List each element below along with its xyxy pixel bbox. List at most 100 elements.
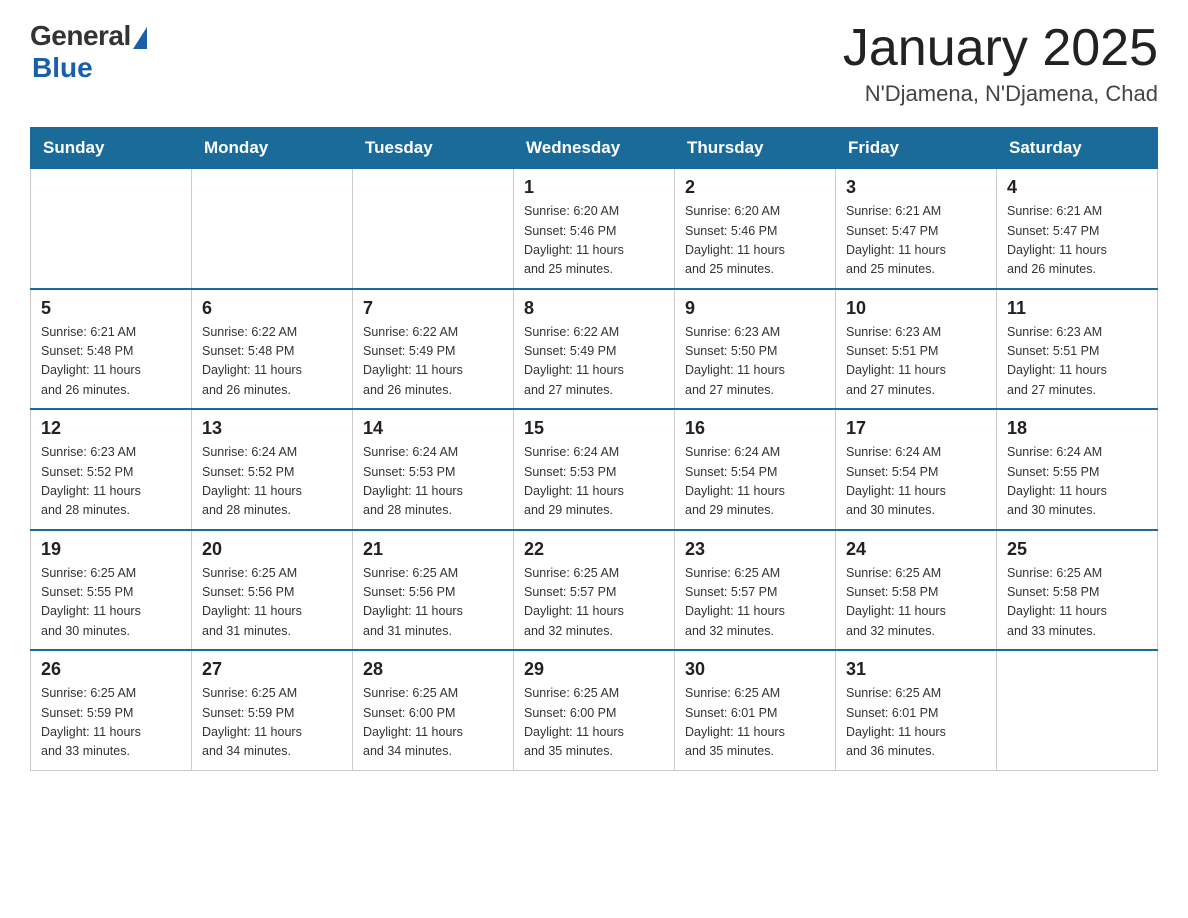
day-number: 14 (363, 418, 503, 439)
day-number: 25 (1007, 539, 1147, 560)
calendar-cell: 16 Sunrise: 6:24 AM Sunset: 5:54 PM Dayli… (675, 409, 836, 530)
calendar-cell: 8 Sunrise: 6:22 AM Sunset: 5:49 PM Daylig… (514, 289, 675, 410)
day-number: 15 (524, 418, 664, 439)
day-number: 28 (363, 659, 503, 680)
day-number: 12 (41, 418, 181, 439)
day-info: Sunrise: 6:25 AM Sunset: 5:57 PM Dayligh… (524, 564, 664, 642)
day-number: 10 (846, 298, 986, 319)
day-of-week-saturday: Saturday (997, 128, 1158, 169)
day-info: Sunrise: 6:25 AM Sunset: 5:58 PM Dayligh… (1007, 564, 1147, 642)
day-info: Sunrise: 6:21 AM Sunset: 5:47 PM Dayligh… (1007, 202, 1147, 280)
calendar-cell: 1 Sunrise: 6:20 AM Sunset: 5:46 PM Daylig… (514, 169, 675, 289)
day-number: 24 (846, 539, 986, 560)
calendar-cell: 22Sunrise: 6:25 AM Sunset: 5:57 PM Dayli… (514, 530, 675, 651)
calendar-cell: 5 Sunrise: 6:21 AM Sunset: 5:48 PM Daylig… (31, 289, 192, 410)
logo-general-text: General (30, 20, 131, 52)
calendar-cell: 28 Sunrise: 6:25 AM Sunset: 6:00 PM Dayli… (353, 650, 514, 770)
day-info: Sunrise: 6:25 AM Sunset: 5:59 PM Dayligh… (41, 684, 181, 762)
calendar-cell (31, 169, 192, 289)
day-info: Sunrise: 6:24 AM Sunset: 5:55 PM Dayligh… (1007, 443, 1147, 521)
title-section: January 2025 N'Djamena, N'Djamena, Chad (843, 20, 1158, 107)
calendar-week-row: 19Sunrise: 6:25 AM Sunset: 5:55 PM Dayli… (31, 530, 1158, 651)
calendar-cell: 24 Sunrise: 6:25 AM Sunset: 5:58 PM Dayli… (836, 530, 997, 651)
calendar-cell: 20 Sunrise: 6:25 AM Sunset: 5:56 PM Dayli… (192, 530, 353, 651)
day-number: 8 (524, 298, 664, 319)
calendar-cell: 13Sunrise: 6:24 AM Sunset: 5:52 PM Dayli… (192, 409, 353, 530)
day-number: 9 (685, 298, 825, 319)
day-of-week-wednesday: Wednesday (514, 128, 675, 169)
day-number: 23 (685, 539, 825, 560)
logo-triangle-icon (133, 27, 147, 49)
day-number: 29 (524, 659, 664, 680)
calendar-subtitle: N'Djamena, N'Djamena, Chad (843, 81, 1158, 107)
calendar-cell: 12 Sunrise: 6:23 AM Sunset: 5:52 PM Dayli… (31, 409, 192, 530)
day-number: 27 (202, 659, 342, 680)
day-number: 2 (685, 177, 825, 198)
day-of-week-friday: Friday (836, 128, 997, 169)
calendar-cell: 3 Sunrise: 6:21 AM Sunset: 5:47 PM Daylig… (836, 169, 997, 289)
day-number: 1 (524, 177, 664, 198)
day-number: 4 (1007, 177, 1147, 198)
day-info: Sunrise: 6:24 AM Sunset: 5:53 PM Dayligh… (524, 443, 664, 521)
day-info: Sunrise: 6:24 AM Sunset: 5:53 PM Dayligh… (363, 443, 503, 521)
calendar-header-row: SundayMondayTuesdayWednesdayThursdayFrid… (31, 128, 1158, 169)
calendar-cell: 14 Sunrise: 6:24 AM Sunset: 5:53 PM Dayli… (353, 409, 514, 530)
calendar-cell: 4 Sunrise: 6:21 AM Sunset: 5:47 PM Daylig… (997, 169, 1158, 289)
day-info: Sunrise: 6:23 AM Sunset: 5:50 PM Dayligh… (685, 323, 825, 401)
calendar-cell: 18Sunrise: 6:24 AM Sunset: 5:55 PM Dayli… (997, 409, 1158, 530)
day-number: 7 (363, 298, 503, 319)
day-number: 31 (846, 659, 986, 680)
calendar-cell: 29 Sunrise: 6:25 AM Sunset: 6:00 PM Dayli… (514, 650, 675, 770)
day-info: Sunrise: 6:22 AM Sunset: 5:49 PM Dayligh… (524, 323, 664, 401)
day-of-week-monday: Monday (192, 128, 353, 169)
day-info: Sunrise: 6:25 AM Sunset: 6:01 PM Dayligh… (685, 684, 825, 762)
calendar-cell: 9 Sunrise: 6:23 AM Sunset: 5:50 PM Daylig… (675, 289, 836, 410)
day-info: Sunrise: 6:25 AM Sunset: 6:00 PM Dayligh… (363, 684, 503, 762)
day-number: 20 (202, 539, 342, 560)
day-number: 5 (41, 298, 181, 319)
calendar-week-row: 12 Sunrise: 6:23 AM Sunset: 5:52 PM Dayli… (31, 409, 1158, 530)
calendar-cell: 7 Sunrise: 6:22 AM Sunset: 5:49 PM Daylig… (353, 289, 514, 410)
calendar-cell: 10 Sunrise: 6:23 AM Sunset: 5:51 PM Dayli… (836, 289, 997, 410)
day-info: Sunrise: 6:20 AM Sunset: 5:46 PM Dayligh… (524, 202, 664, 280)
day-of-week-sunday: Sunday (31, 128, 192, 169)
calendar-cell: 25 Sunrise: 6:25 AM Sunset: 5:58 PM Dayli… (997, 530, 1158, 651)
calendar-cell: 11Sunrise: 6:23 AM Sunset: 5:51 PM Dayli… (997, 289, 1158, 410)
calendar-cell: 21Sunrise: 6:25 AM Sunset: 5:56 PM Dayli… (353, 530, 514, 651)
day-info: Sunrise: 6:24 AM Sunset: 5:54 PM Dayligh… (846, 443, 986, 521)
page-header: General Blue January 2025 N'Djamena, N'D… (30, 20, 1158, 107)
day-info: Sunrise: 6:25 AM Sunset: 6:01 PM Dayligh… (846, 684, 986, 762)
day-of-week-thursday: Thursday (675, 128, 836, 169)
day-info: Sunrise: 6:23 AM Sunset: 5:51 PM Dayligh… (846, 323, 986, 401)
day-info: Sunrise: 6:25 AM Sunset: 6:00 PM Dayligh… (524, 684, 664, 762)
calendar-cell: 2 Sunrise: 6:20 AM Sunset: 5:46 PM Daylig… (675, 169, 836, 289)
calendar-cell (353, 169, 514, 289)
day-info: Sunrise: 6:24 AM Sunset: 5:54 PM Dayligh… (685, 443, 825, 521)
day-info: Sunrise: 6:21 AM Sunset: 5:47 PM Dayligh… (846, 202, 986, 280)
day-number: 11 (1007, 298, 1147, 319)
day-number: 30 (685, 659, 825, 680)
day-info: Sunrise: 6:21 AM Sunset: 5:48 PM Dayligh… (41, 323, 181, 401)
day-of-week-tuesday: Tuesday (353, 128, 514, 169)
calendar-table: SundayMondayTuesdayWednesdayThursdayFrid… (30, 127, 1158, 771)
day-info: Sunrise: 6:22 AM Sunset: 5:48 PM Dayligh… (202, 323, 342, 401)
day-info: Sunrise: 6:25 AM Sunset: 5:58 PM Dayligh… (846, 564, 986, 642)
calendar-cell: 31 Sunrise: 6:25 AM Sunset: 6:01 PM Dayli… (836, 650, 997, 770)
calendar-cell (192, 169, 353, 289)
calendar-cell: 26 Sunrise: 6:25 AM Sunset: 5:59 PM Dayli… (31, 650, 192, 770)
day-number: 6 (202, 298, 342, 319)
day-info: Sunrise: 6:20 AM Sunset: 5:46 PM Dayligh… (685, 202, 825, 280)
calendar-cell (997, 650, 1158, 770)
logo-blue-text: Blue (32, 52, 93, 84)
day-info: Sunrise: 6:23 AM Sunset: 5:52 PM Dayligh… (41, 443, 181, 521)
calendar-title: January 2025 (843, 20, 1158, 77)
day-info: Sunrise: 6:25 AM Sunset: 5:56 PM Dayligh… (202, 564, 342, 642)
day-number: 3 (846, 177, 986, 198)
day-number: 21 (363, 539, 503, 560)
day-number: 16 (685, 418, 825, 439)
day-info: Sunrise: 6:22 AM Sunset: 5:49 PM Dayligh… (363, 323, 503, 401)
day-number: 26 (41, 659, 181, 680)
calendar-week-row: 5 Sunrise: 6:21 AM Sunset: 5:48 PM Daylig… (31, 289, 1158, 410)
calendar-cell: 23Sunrise: 6:25 AM Sunset: 5:57 PM Dayli… (675, 530, 836, 651)
calendar-week-row: 1 Sunrise: 6:20 AM Sunset: 5:46 PM Daylig… (31, 169, 1158, 289)
